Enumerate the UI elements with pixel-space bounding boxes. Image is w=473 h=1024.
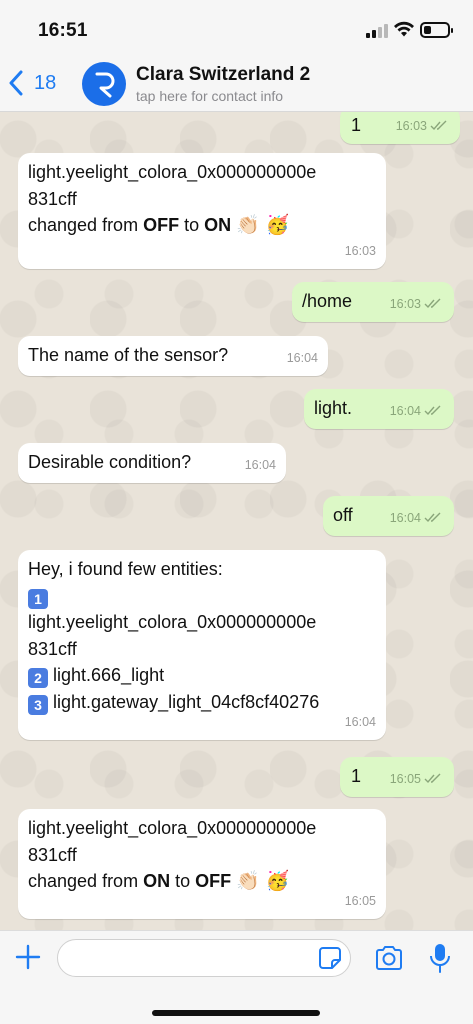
time-label: 16:04 bbox=[389, 403, 421, 418]
from-state: ON bbox=[143, 871, 171, 891]
message-line: 831cff bbox=[28, 844, 77, 865]
outgoing-message[interactable]: 1 16:03 bbox=[340, 112, 460, 144]
outgoing-message[interactable]: 1 16:05 bbox=[340, 757, 454, 797]
incoming-message[interactable]: Desirable condition? 16:04 bbox=[18, 443, 286, 483]
contact-info-hint[interactable]: tap here for contact info bbox=[136, 88, 283, 104]
message-text: 1 bbox=[351, 766, 362, 786]
wifi-icon bbox=[394, 21, 414, 37]
incoming-message[interactable]: light.yeelight_colora_0x000000000e 831cf… bbox=[18, 153, 386, 269]
text-fragment: to bbox=[170, 871, 196, 891]
incoming-message[interactable]: The name of the sensor? 16:04 bbox=[18, 336, 328, 376]
entity-name: light.gateway_light_04cf8cf40276 bbox=[53, 691, 320, 712]
text-fragment: to bbox=[179, 215, 205, 235]
message-line: changed from ON to OFF 👏🏻 🥳 bbox=[28, 868, 376, 895]
to-state: OFF bbox=[195, 871, 232, 891]
time-label: 16:03 bbox=[395, 118, 427, 133]
entity-name: light.666_light bbox=[53, 665, 165, 685]
text-fragment: changed from bbox=[28, 215, 144, 235]
avatar-logo-icon bbox=[95, 72, 115, 98]
incoming-message[interactable]: Hey, i found few entities: 1 light.yeeli… bbox=[18, 550, 386, 740]
entity-name: light.yeelight_colora_0x000000000e bbox=[28, 612, 317, 632]
message-text: light. bbox=[314, 398, 353, 418]
message-line: light.yeelight_colora_0x000000000e bbox=[28, 162, 317, 182]
number-3-icon: 3 bbox=[28, 694, 48, 715]
message-time: 16:04 bbox=[244, 457, 276, 472]
avatar[interactable] bbox=[82, 62, 126, 106]
microphone-icon[interactable] bbox=[429, 942, 451, 974]
message-line: 831cff bbox=[28, 188, 77, 209]
from-state: OFF bbox=[143, 215, 180, 235]
unread-count: 18 bbox=[34, 71, 57, 94]
outgoing-message[interactable]: /home 16:03 bbox=[292, 282, 454, 322]
incoming-message[interactable]: light.yeelight_colora_0x000000000e 831cf… bbox=[18, 809, 386, 919]
status-bar: 16:51 bbox=[0, 0, 473, 50]
sticker-icon[interactable] bbox=[318, 946, 342, 970]
message-time: 16:04 bbox=[344, 714, 376, 729]
message-time: 16:04 bbox=[286, 350, 318, 365]
message-time: 16:04 bbox=[390, 505, 442, 532]
text-fragment: changed from bbox=[28, 871, 144, 891]
emoji: 👏🏻 🥳 bbox=[236, 870, 290, 892]
message-text: The name of the sensor? bbox=[28, 345, 229, 365]
message-line: light.yeelight_colora_0x000000000e bbox=[28, 818, 317, 838]
message-text: 1 bbox=[351, 115, 362, 135]
status-time: 16:51 bbox=[38, 20, 88, 41]
outgoing-message[interactable]: light. 16:04 bbox=[304, 389, 454, 429]
outgoing-message[interactable]: off 16:04 bbox=[323, 496, 454, 536]
emoji: 👏🏻 🥳 bbox=[236, 214, 290, 236]
message-time: 16:03 bbox=[344, 243, 376, 258]
back-chevron-icon bbox=[9, 70, 23, 96]
message-input[interactable] bbox=[57, 939, 351, 977]
time-label: 16:04 bbox=[389, 510, 421, 525]
input-bar bbox=[0, 930, 473, 1024]
contact-name[interactable]: Clara Switzerland 2 bbox=[136, 64, 310, 86]
message-heading: Hey, i found few entities: bbox=[28, 559, 223, 579]
time-label: 16:03 bbox=[389, 296, 421, 311]
back-button[interactable]: 18 bbox=[8, 68, 68, 98]
read-ticks-icon bbox=[430, 120, 447, 131]
cellular-signal-icon bbox=[366, 24, 388, 38]
message-time: 16:05 bbox=[390, 766, 442, 793]
message-time: 16:04 bbox=[390, 398, 442, 425]
message-text: Desirable condition? bbox=[28, 452, 192, 472]
plus-icon[interactable] bbox=[14, 943, 42, 971]
entity-name: 831cff bbox=[28, 638, 77, 659]
message-text: /home bbox=[302, 291, 353, 311]
read-ticks-icon bbox=[424, 512, 441, 523]
read-ticks-icon bbox=[424, 298, 441, 309]
message-time: 16:03 bbox=[390, 291, 442, 318]
to-state: ON bbox=[204, 215, 232, 235]
message-text: off bbox=[333, 505, 353, 525]
number-2-icon: 2 bbox=[28, 668, 48, 688]
camera-icon[interactable] bbox=[374, 944, 404, 972]
battery-icon bbox=[420, 22, 453, 38]
chat-area[interactable]: 1 16:03 light.yeelight_colora_0x00000000… bbox=[0, 112, 473, 930]
read-ticks-icon bbox=[424, 405, 441, 416]
home-indicator bbox=[152, 1010, 320, 1016]
entity-item[interactable]: 2 light.666_light bbox=[28, 662, 376, 689]
time-label: 16:05 bbox=[389, 771, 421, 786]
battery-level bbox=[424, 26, 431, 34]
read-ticks-icon bbox=[424, 773, 441, 784]
entity-item[interactable]: 1 bbox=[28, 583, 376, 610]
message-time: 16:03 bbox=[396, 113, 448, 140]
chat-header[interactable]: 18 Clara Switzerland 2 tap here for cont… bbox=[0, 50, 473, 112]
number-1-icon: 1 bbox=[28, 588, 48, 609]
message-line: changed from OFF to ON 👏🏻 🥳 bbox=[28, 212, 376, 239]
message-time: 16:05 bbox=[344, 893, 376, 908]
entity-item[interactable]: 3 light.gateway_light_04cf8cf40276 bbox=[28, 689, 376, 716]
